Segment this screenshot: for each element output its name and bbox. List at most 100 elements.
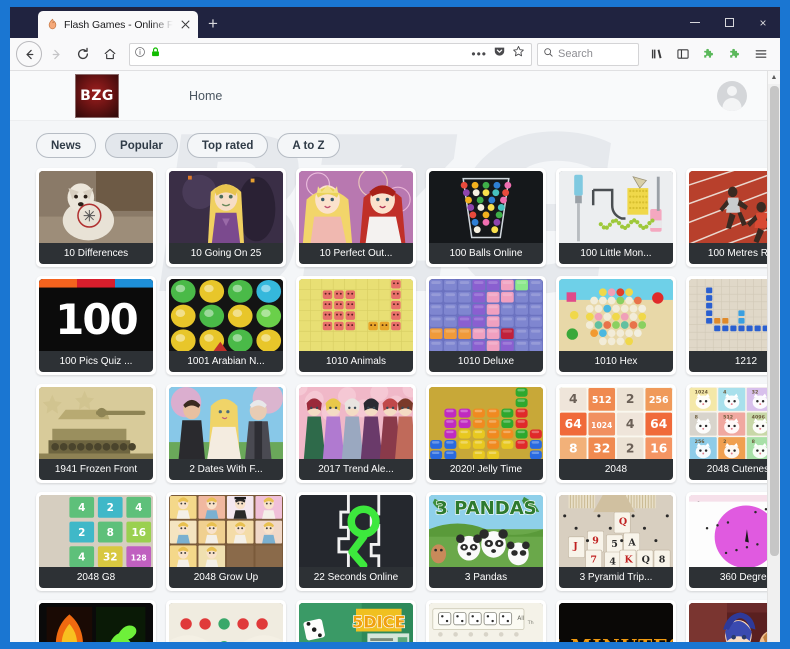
game-card[interactable] [36, 600, 156, 642]
back-arrow-icon[interactable] [16, 41, 42, 67]
browser-tab[interactable]: Flash Games - Online Flash Ga [38, 11, 198, 38]
svg-text:5: 5 [611, 539, 618, 550]
filter-pill-a-to-z[interactable]: A to Z [277, 133, 339, 158]
game-card[interactable]: 1010 Hex [556, 276, 676, 375]
svg-text:2: 2 [626, 442, 635, 456]
star-icon[interactable] [512, 45, 525, 63]
pocket-icon[interactable] [493, 45, 506, 63]
url-input[interactable] [165, 48, 467, 60]
minimize-icon[interactable] [678, 7, 712, 38]
nav-link-home[interactable]: Home [189, 89, 222, 103]
reload-icon[interactable] [70, 41, 96, 67]
filter-pill-label: A to Z [292, 140, 324, 152]
game-card[interactable]: 1941 Frozen Front [36, 384, 156, 483]
info-circle-icon[interactable] [134, 45, 146, 63]
svg-text:256: 256 [695, 439, 706, 445]
puzzle-piece-icon[interactable] [696, 41, 722, 67]
game-card[interactable]: 360 Degree [686, 492, 767, 591]
game-card[interactable]: 1010 Deluxe [426, 276, 546, 375]
game-thumbnail [169, 279, 283, 351]
game-card[interactable]: 22 Seconds Online [296, 492, 416, 591]
filter-pill-news[interactable]: News [36, 133, 96, 158]
maximize-icon[interactable] [712, 7, 746, 38]
svg-text:9: 9 [592, 535, 599, 546]
scrollbar-thumb[interactable] [770, 86, 779, 556]
home-icon[interactable] [97, 41, 123, 67]
game-thumbnail [689, 495, 767, 567]
filter-pill-top-rated[interactable]: Top rated [187, 133, 269, 158]
game-card[interactable]: 10 Differences [36, 168, 156, 267]
game-card[interactable]: All Th [426, 600, 546, 642]
game-card[interactable]: 2017 Trend Ale... [296, 384, 416, 483]
game-title: 3 Pandas [429, 567, 543, 588]
game-card[interactable]: 100 100 Pics Quiz ... [36, 276, 156, 375]
game-thumbnail [39, 603, 153, 642]
game-card[interactable]: 2 Dates With F... [166, 384, 286, 483]
game-title: 100 Metres Race [689, 243, 767, 264]
filter-pill-group: News Popular Top rated A to Z [10, 121, 767, 168]
close-icon[interactable] [178, 17, 193, 32]
game-card[interactable]: 4 2 4 2 8 16 4 32 128 2048 G8 [36, 492, 156, 591]
game-title: 2020! Jelly Time [429, 459, 543, 480]
svg-text:128: 128 [131, 554, 147, 563]
filter-pill-label: Popular [120, 140, 163, 152]
game-card[interactable] [166, 600, 286, 642]
hamburger-menu-icon[interactable] [748, 41, 774, 67]
site-logo[interactable]: BZG [75, 74, 119, 118]
game-card[interactable]: 100 Metres Race [686, 168, 767, 267]
filter-pill-popular[interactable]: Popular [105, 133, 178, 158]
game-title: 2 Dates With F... [169, 459, 283, 480]
game-title: 22 Seconds Online [299, 567, 413, 588]
game-card[interactable]: 100 Balls Online [426, 168, 546, 267]
svg-text:8: 8 [659, 554, 666, 565]
game-thumbnail: 5DICE [299, 603, 413, 642]
window-controls: × [678, 7, 780, 38]
user-avatar-icon[interactable] [717, 81, 747, 111]
game-title: 2048 Cuteness ... [689, 459, 767, 480]
puzzle-piece-icon[interactable] [722, 41, 748, 67]
close-window-button[interactable]: × [746, 7, 780, 38]
svg-text:2: 2 [78, 527, 85, 539]
scroll-up-arrow-icon[interactable]: ▲ [768, 71, 781, 84]
game-thumbnail: Q95A74KQ8J [559, 495, 673, 567]
svg-text:Q: Q [619, 516, 627, 527]
game-card[interactable]: 1001 Arabian N... [166, 276, 286, 375]
svg-text:4096: 4096 [752, 414, 766, 420]
game-card[interactable]: 1212 [686, 276, 767, 375]
game-thumbnail [169, 603, 283, 642]
filter-pill-label: Top rated [202, 140, 254, 152]
svg-text:16: 16 [131, 527, 146, 539]
svg-text:4: 4 [609, 556, 616, 567]
page-scrollbar[interactable]: ▲ [767, 71, 780, 642]
game-card[interactable] [686, 600, 767, 642]
game-card[interactable]: 5 MINUTES [556, 600, 676, 642]
svg-text:512: 512 [723, 414, 733, 420]
game-thumbnail: 100 [39, 279, 153, 351]
padlock-icon[interactable] [150, 45, 161, 63]
sidebar-icon[interactable] [670, 41, 696, 67]
new-tab-button[interactable]: + [200, 11, 226, 37]
url-bar[interactable]: ••• [129, 43, 532, 66]
game-card[interactable]: Q95A74KQ8J3 Pyramid Trip... [556, 492, 676, 591]
game-card[interactable]: 2048 Grow Up [166, 492, 286, 591]
search-bar[interactable]: Search [537, 43, 639, 66]
game-card[interactable]: 2020! Jelly Time [426, 384, 546, 483]
game-card[interactable]: 1024432285124096204825628162048 Cuteness… [686, 384, 767, 483]
browser-toolbar: ••• Search [10, 38, 780, 71]
page-actions-icon[interactable]: ••• [471, 50, 487, 58]
search-input[interactable]: Search [558, 48, 593, 60]
game-card[interactable]: 1010 Animals [296, 276, 416, 375]
game-title: 360 Degree [689, 567, 767, 588]
game-card[interactable]: 100 Little Mon... [556, 168, 676, 267]
library-icon[interactable] [644, 41, 670, 67]
game-card[interactable]: 4 512 2 256 64 1024 4 64 8 32 2 16 2048 [556, 384, 676, 483]
site-logo-text: BZG [80, 88, 114, 104]
game-card[interactable]: 10 Going On 25 [166, 168, 286, 267]
game-title: 1212 [689, 351, 767, 372]
game-card[interactable]: 10 Perfect Out... [296, 168, 416, 267]
tab-title: Flash Games - Online Flash Ga [64, 19, 173, 31]
game-card[interactable]: 3 PANDAS 3 Pandas [426, 492, 546, 591]
game-title: 3 Pyramid Trip... [559, 567, 673, 588]
game-thumbnail: 5 MINUTES [559, 603, 673, 642]
game-card[interactable]: 5DICE [296, 600, 416, 642]
